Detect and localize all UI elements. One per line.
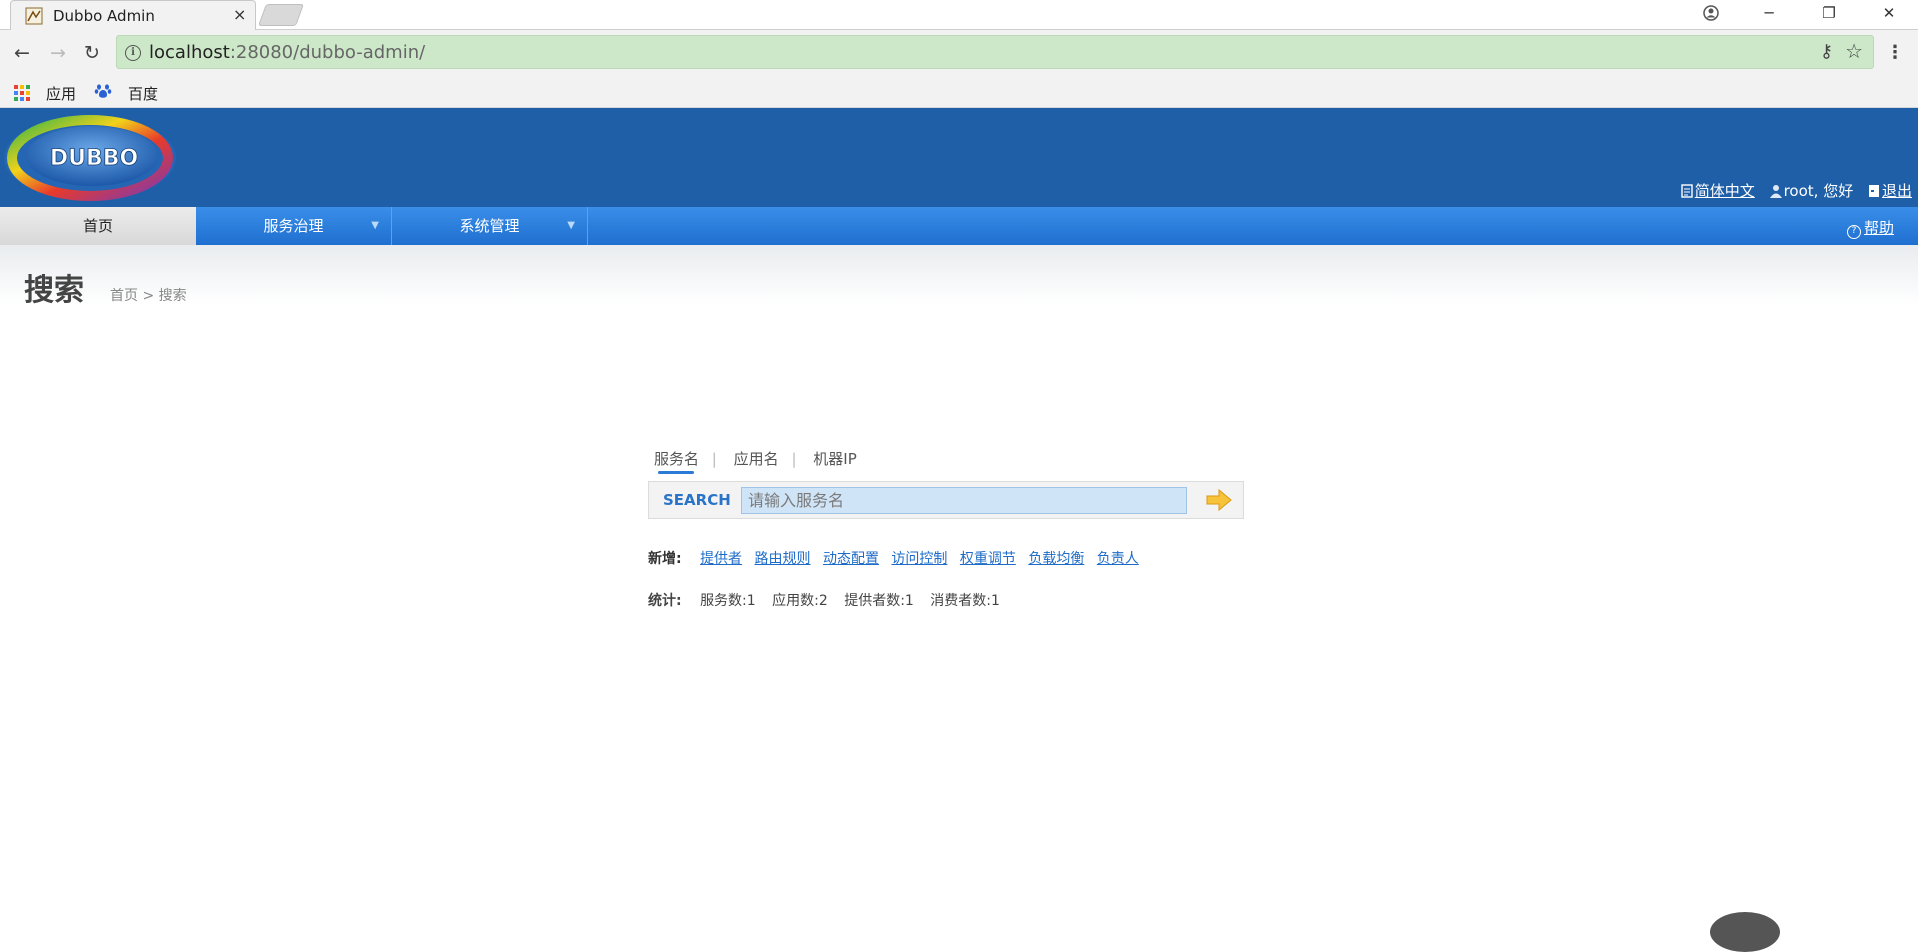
add-owner-link[interactable]: 负责人 [1097,551,1139,567]
dropdown-caret-icon: ▼ [567,220,575,231]
search-arrow-icon[interactable] [1205,488,1233,512]
search-tab-application[interactable]: 应用名 [734,450,779,468]
stat-applications: 应用数:2 [772,593,828,609]
browser-tabstrip: Dubbo Admin × ─ ❐ ✕ [0,0,1918,30]
profile-icon[interactable] [1688,0,1734,26]
tab-title: Dubbo Admin [53,7,155,25]
page-title: 搜索 [24,273,84,308]
search-type-tabs: 服务名 | 应用名 | 机器IP [654,450,857,468]
bookmarks-bar: 应用 百度 [0,76,1918,108]
floating-widget[interactable] [1710,912,1780,952]
bookmark-baidu[interactable]: 百度 [128,83,158,104]
help-icon: ? [1846,225,1861,239]
search-box: SEARCH [648,481,1244,519]
apps-grid-icon[interactable] [14,85,30,101]
browser-toolbar: ← → ↻ i localhost:28080/dubbo-admin/ ⚷ ☆… [0,30,1918,76]
logout-link[interactable]: 退出 [1868,182,1912,200]
add-label: 新增: [648,551,682,567]
baidu-paw-icon[interactable] [94,82,112,100]
tab-close-icon[interactable]: × [233,5,246,24]
breadcrumb: 首页 > 搜索 [110,288,187,304]
dropdown-caret-icon: ▼ [371,220,379,231]
bookmark-apps[interactable]: 应用 [46,83,76,104]
reload-icon[interactable]: ↻ [80,41,104,65]
user-greeting: root, 您好 [1769,182,1853,200]
add-load-balance-link[interactable]: 负载均衡 [1028,551,1084,567]
stats-label: 统计: [648,593,682,609]
browser-tab[interactable]: Dubbo Admin × [10,0,256,30]
logout-icon [1868,185,1879,197]
document-icon [1681,184,1693,198]
nav-item-home[interactable]: 首页 [0,207,196,245]
active-tab-indicator [658,471,694,474]
restore-icon[interactable]: ❐ [1806,0,1852,26]
add-weight-link[interactable]: 权重调节 [960,551,1016,567]
search-tab-service[interactable]: 服务名 [654,450,699,468]
user-icon [1769,185,1782,198]
search-tab-ip[interactable]: 机器IP [813,450,856,468]
back-icon[interactable]: ← [10,41,34,65]
search-input[interactable] [741,487,1187,514]
search-label: SEARCH [663,491,731,509]
new-tab-button[interactable] [257,4,305,26]
add-provider-link[interactable]: 提供者 [700,551,742,567]
add-dynamic-config-link[interactable]: 动态配置 [823,551,879,567]
user-links: 简体中文 root, 您好 退出 [1671,180,1912,201]
window-close-icon[interactable]: ✕ [1866,0,1912,26]
stats-row: 统计: 服务数:1 应用数:2 提供者数:1 消费者数:1 [648,590,1012,610]
nav-item-system-management[interactable]: 系统管理 ▼ [392,207,588,245]
forward-icon[interactable]: → [46,41,70,65]
page-titlebar: 搜索 首页 > 搜索 [0,245,1918,308]
dubbo-logo[interactable]: DUBBO [2,112,182,204]
add-route-link[interactable]: 路由规则 [755,551,811,567]
help-link[interactable]: ? 帮助 [1846,217,1894,239]
language-link[interactable]: 简体中文 [1681,182,1755,200]
stat-providers: 提供者数:1 [844,593,914,609]
logo-text: DUBBO [50,146,138,171]
address-url: localhost:28080/dubbo-admin/ [149,42,426,63]
stat-consumers: 消费者数:1 [930,593,1000,609]
main-nav: 首页 服务治理 ▼ 系统管理 ▼ ? 帮助 [0,207,1918,245]
app-header: DUBBO 简体中文 root, 您好 退出 [0,108,1918,207]
nav-item-service-governance[interactable]: 服务治理 ▼ [196,207,392,245]
minimize-icon[interactable]: ─ [1746,0,1792,26]
add-access-control-link[interactable]: 访问控制 [891,551,947,567]
site-info-icon[interactable]: i [125,45,141,61]
browser-menu-icon[interactable]: ⋮ [1886,42,1904,63]
dubbo-favicon-icon [25,7,43,25]
stat-services: 服务数:1 [700,593,756,609]
bookmark-star-icon[interactable]: ☆ [1845,39,1863,63]
key-icon[interactable]: ⚷ [1820,41,1833,62]
address-bar[interactable]: i localhost:28080/dubbo-admin/ ⚷ ☆ [116,35,1874,69]
add-links: 新增: 提供者 路由规则 动态配置 访问控制 权重调节 负载均衡 负责人 [648,548,1147,568]
